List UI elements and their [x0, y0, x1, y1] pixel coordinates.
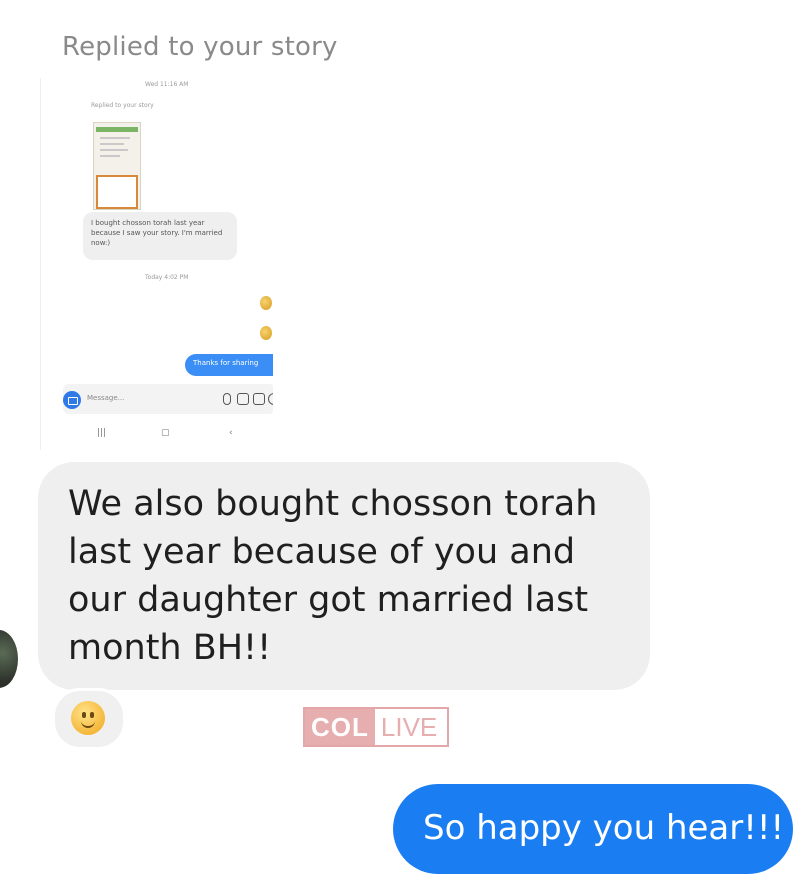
screenshot-replied-label: Replied to your story — [91, 102, 154, 109]
screenshot-sent-bubble: Thanks for sharing — [185, 354, 273, 376]
sent-message-bubble[interactable]: So happy you hear!!! — [393, 784, 793, 874]
screenshot-timestamp-2: Today 4:02 PM — [145, 274, 189, 281]
microphone-icon — [223, 393, 231, 405]
watermark-col: COL — [305, 709, 375, 745]
replied-to-story-label: Replied to your story — [62, 32, 338, 62]
watermark-live: LIVE — [374, 709, 444, 745]
image-icon — [237, 393, 249, 405]
plus-icon — [268, 393, 273, 405]
story-screenshot[interactable]: Wed 11:16 AM Replied to your story I bou… — [40, 78, 273, 450]
watermark-logo: COL LIVE — [303, 707, 449, 747]
screenshot-emoji-icon — [260, 296, 272, 310]
screenshot-received-bubble: I bought chosson torah last year because… — [83, 212, 237, 260]
sticker-icon — [253, 393, 265, 405]
message-reaction[interactable] — [52, 688, 126, 750]
screenshot-emoji-icon — [260, 326, 272, 340]
received-message-bubble[interactable]: We also bought chosson torah last year b… — [38, 462, 650, 690]
screenshot-composer: Message... — [63, 384, 273, 414]
screenshot-sent-text: Thanks for sharing — [193, 359, 259, 367]
screenshot-timestamp: Wed 11:16 AM — [145, 81, 189, 88]
avatar[interactable] — [0, 630, 18, 688]
screenshot-message-placeholder: Message... — [87, 394, 125, 402]
camera-icon — [63, 391, 81, 409]
screenshot-story-thumbnail — [93, 122, 141, 210]
smiling-face-icon — [71, 701, 105, 735]
screenshot-received-text: I bought chosson torah last year because… — [91, 219, 223, 247]
sent-message-text: So happy you hear!!! — [423, 808, 785, 848]
home-icon: ▢ — [161, 428, 170, 438]
screenshot-nav-bar: ||| ▢ ‹ — [41, 424, 273, 446]
received-message-text: We also bought chosson torah last year b… — [68, 484, 598, 668]
back-icon: ‹ — [229, 428, 233, 438]
recents-icon: ||| — [97, 428, 107, 438]
